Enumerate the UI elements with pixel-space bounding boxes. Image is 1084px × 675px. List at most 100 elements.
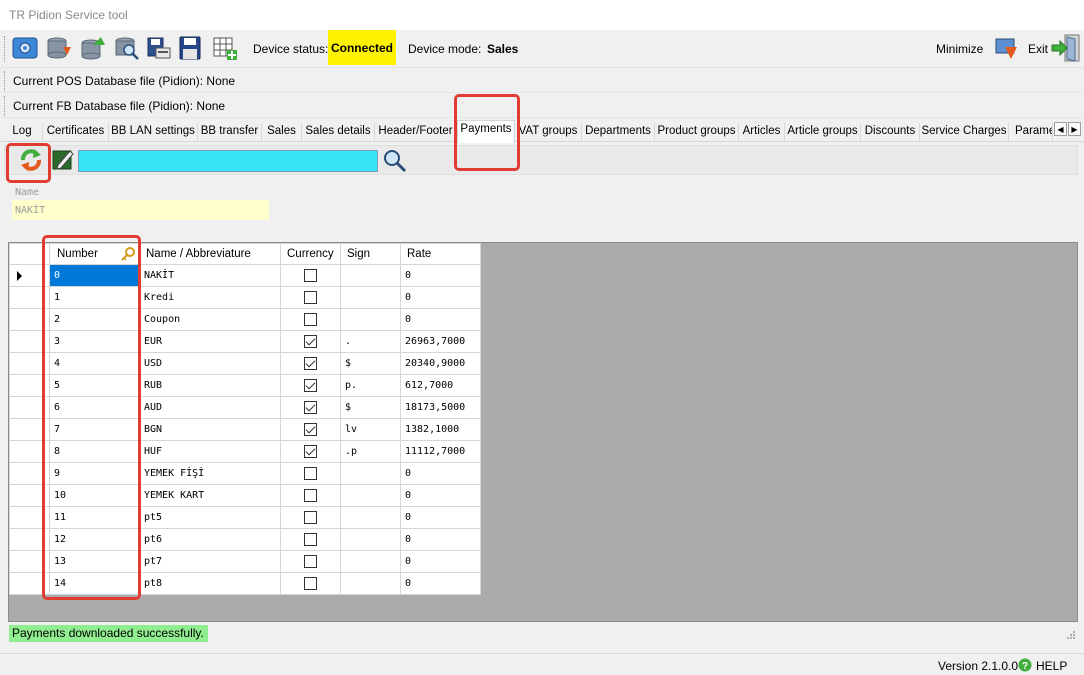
cell-name[interactable]: YEMEK FİŞİ (139, 462, 281, 485)
cell-number[interactable]: 3 (49, 330, 140, 353)
tab-articles[interactable]: Articles (739, 123, 785, 142)
cell-name[interactable]: EUR (139, 330, 281, 353)
table-row[interactable]: 7 BGN lv 1382,1000 (9, 418, 481, 441)
row-header[interactable] (9, 484, 50, 507)
settings-button[interactable] (11, 34, 39, 62)
database-download-button[interactable] (45, 34, 73, 62)
cell-currency[interactable] (280, 418, 341, 441)
cell-number[interactable]: 14 (49, 572, 140, 595)
tab-scroll-left-button[interactable]: ◀ (1054, 122, 1067, 136)
cell-currency[interactable] (280, 374, 341, 397)
cell-number[interactable]: 7 (49, 418, 140, 441)
row-header[interactable] (9, 550, 50, 573)
row-header[interactable] (9, 506, 50, 529)
cell-name[interactable]: NAKİT (139, 264, 281, 287)
cell-sign[interactable] (340, 528, 401, 551)
table-row[interactable]: 3 EUR. 26963,7000 (9, 330, 481, 353)
currency-checkbox[interactable] (304, 313, 317, 326)
help-link[interactable]: HELP (1036, 659, 1067, 673)
cell-sign[interactable] (340, 264, 401, 287)
tab-header-footer[interactable]: Header/Footer (375, 123, 457, 142)
cell-currency[interactable] (280, 484, 341, 507)
cell-number[interactable]: 6 (49, 396, 140, 419)
currency-checkbox[interactable] (304, 467, 317, 480)
cell-currency[interactable] (280, 396, 341, 419)
row-header[interactable] (9, 462, 50, 485)
currency-checkbox[interactable] (304, 379, 317, 392)
cell-number[interactable]: 4 (49, 352, 140, 375)
print-button[interactable] (145, 34, 173, 62)
currency-checkbox[interactable] (304, 291, 317, 304)
tab-log[interactable]: Log (2, 123, 43, 142)
cell-number[interactable]: 2 (49, 308, 140, 331)
cell-name[interactable]: Coupon (139, 308, 281, 331)
cell-currency[interactable] (280, 528, 341, 551)
cell-rate[interactable]: 0 (400, 528, 481, 551)
row-header[interactable] (9, 308, 50, 331)
tab-sales-details[interactable]: Sales details (302, 123, 375, 142)
currency-checkbox[interactable] (304, 357, 317, 370)
cell-currency[interactable] (280, 330, 341, 353)
currency-checkbox[interactable] (304, 555, 317, 568)
refresh-button[interactable] (17, 146, 45, 174)
cell-number[interactable]: 8 (49, 440, 140, 463)
cell-sign[interactable]: p. (340, 374, 401, 397)
column-header-currency[interactable]: Currency (280, 243, 341, 265)
cell-name[interactable]: pt5 (139, 506, 281, 529)
cell-name[interactable]: RUB (139, 374, 281, 397)
cell-number[interactable]: 0 (49, 264, 140, 287)
cell-sign[interactable]: lv (340, 418, 401, 441)
resize-grip-icon[interactable] (1066, 630, 1076, 640)
cell-currency[interactable] (280, 440, 341, 463)
column-header-rate[interactable]: Rate (400, 243, 481, 265)
row-header[interactable] (9, 418, 50, 441)
row-header[interactable] (9, 352, 50, 375)
cell-rate[interactable]: 11112,7000 (400, 440, 481, 463)
cell-currency[interactable] (280, 462, 341, 485)
row-header[interactable] (9, 374, 50, 397)
name-field[interactable]: NAKİT (12, 200, 269, 220)
cell-number[interactable]: 10 (49, 484, 140, 507)
table-row[interactable]: 9 YEMEK FİŞİ 0 (9, 462, 481, 485)
cell-number[interactable]: 9 (49, 462, 140, 485)
tab-article-groups[interactable]: Article groups (785, 123, 861, 142)
row-header[interactable] (9, 528, 50, 551)
exit-button[interactable] (1050, 34, 1082, 62)
cell-number[interactable]: 11 (49, 506, 140, 529)
cell-rate[interactable]: 0 (400, 286, 481, 309)
currency-checkbox[interactable] (304, 445, 317, 458)
cell-name[interactable]: BGN (139, 418, 281, 441)
currency-checkbox[interactable] (304, 489, 317, 502)
cell-currency[interactable] (280, 550, 341, 573)
cell-rate[interactable]: 0 (400, 462, 481, 485)
tab-parameters[interactable]: Parame (1009, 123, 1053, 142)
minimize-button[interactable] (992, 34, 1020, 62)
row-header[interactable] (9, 330, 50, 353)
cell-rate[interactable]: 0 (400, 484, 481, 507)
cell-rate[interactable]: 0 (400, 572, 481, 595)
cell-number[interactable]: 13 (49, 550, 140, 573)
cell-sign[interactable] (340, 572, 401, 595)
currency-checkbox[interactable] (304, 533, 317, 546)
cell-name[interactable]: AUD (139, 396, 281, 419)
cell-rate[interactable]: 0 (400, 264, 481, 287)
cell-sign[interactable]: . (340, 330, 401, 353)
cell-rate[interactable]: 0 (400, 308, 481, 331)
tab-product-groups[interactable]: Product groups (655, 123, 739, 142)
currency-checkbox[interactable] (304, 335, 317, 348)
table-row[interactable]: 13 pt7 0 (9, 550, 481, 573)
cell-name[interactable]: YEMEK KART (139, 484, 281, 507)
table-row[interactable]: 8 HUF .p 11112,7000 (9, 440, 481, 463)
cell-sign[interactable]: .p (340, 440, 401, 463)
tab-bb-lan-settings[interactable]: BB LAN settings (109, 123, 198, 142)
table-row[interactable]: 4 USD $20340,9000 (9, 352, 481, 375)
cell-name[interactable]: Kredi (139, 286, 281, 309)
cell-sign[interactable] (340, 484, 401, 507)
cell-sign[interactable] (340, 308, 401, 331)
table-row[interactable]: 10 YEMEK KART 0 (9, 484, 481, 507)
row-header[interactable] (9, 286, 50, 309)
cell-sign[interactable] (340, 462, 401, 485)
row-header[interactable] (9, 396, 50, 419)
row-header[interactable] (9, 264, 50, 287)
cell-currency[interactable] (280, 308, 341, 331)
